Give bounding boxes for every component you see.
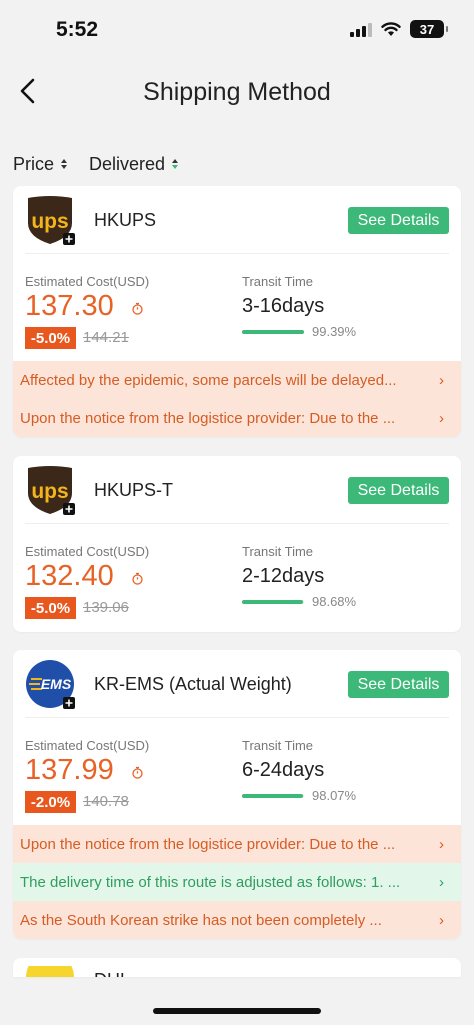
notice-text: Upon the notice from the logistice provi…	[20, 409, 396, 427]
nav-bar: Shipping Method	[0, 62, 474, 120]
notice-text: As the South Korean strike has not been …	[20, 911, 382, 929]
price-value: 137.99	[25, 754, 114, 786]
carrier-name: HKUPS-T	[94, 480, 174, 500]
shipping-card[interactable]: EMS KR-EMS (Actual Weight) See Details E…	[13, 650, 461, 939]
stopwatch-icon	[132, 766, 143, 779]
price-value: 132.40	[25, 560, 114, 592]
on-time-rate: 98.68%	[312, 594, 357, 609]
on-time-rate: 98.07%	[312, 788, 357, 803]
sort-arrows-icon	[61, 159, 68, 169]
shipping-card[interactable]: DHL	[13, 958, 461, 977]
on-time-rate-fill	[242, 794, 303, 798]
sort-delivered-button[interactable]: Delivered	[89, 148, 179, 180]
shipping-card[interactable]: ups HKUPS-T See Details Estimated Cost(U…	[13, 456, 461, 632]
original-price: 140.78	[83, 793, 129, 810]
chevron-right-icon: ›	[439, 835, 444, 853]
stopwatch-icon	[132, 572, 143, 585]
original-price: 144.21	[83, 329, 129, 346]
notice-text: The delivery time of this route is adjus…	[20, 873, 401, 891]
svg-text:ups: ups	[31, 210, 68, 233]
see-details-button[interactable]: See Details	[348, 671, 449, 698]
status-time: 5:52	[56, 18, 99, 41]
sort-arrows-icon	[172, 159, 179, 169]
transit-time-label: Transit Time	[242, 544, 314, 559]
transit-days: 3-16days	[242, 295, 325, 317]
svg-text:ups: ups	[31, 480, 68, 503]
card-body: Estimated Cost(USD) 137.99 -2.0% 140.78 …	[13, 718, 461, 825]
ups-logo-icon: ups	[28, 196, 75, 245]
transit-days: 6-24days	[242, 759, 325, 781]
estimated-cost-label: Estimated Cost(USD)	[25, 274, 150, 289]
ems-logo-icon: EMS	[26, 660, 75, 709]
card-header: ups HKUPS See Details	[25, 186, 449, 254]
chevron-right-icon: ›	[439, 873, 444, 891]
sort-delivered-label: Delivered	[89, 153, 166, 174]
estimated-cost-label: Estimated Cost(USD)	[25, 738, 150, 753]
battery-icon: 37	[410, 20, 448, 38]
transit-time-label: Transit Time	[242, 274, 314, 289]
discount-badge: -5.0%	[25, 327, 76, 349]
notice-row[interactable]: Affected by the epidemic, some parcels w…	[13, 361, 461, 399]
status-bar: 5:52 37	[0, 0, 474, 62]
carrier-name: DHL	[94, 971, 130, 977]
wifi-icon	[381, 21, 401, 36]
card-body: Estimated Cost(USD) 132.40 -5.0% 139.06 …	[13, 524, 461, 632]
price-value: 137.30	[25, 290, 114, 322]
sort-price-label: Price	[13, 153, 55, 174]
notice-row[interactable]: Upon the notice from the logistice provi…	[13, 399, 461, 437]
chevron-right-icon: ›	[439, 409, 444, 427]
notice-row[interactable]: The delivery time of this route is adjus…	[13, 863, 461, 901]
stopwatch-icon	[132, 302, 143, 315]
on-time-rate-bar	[242, 330, 304, 334]
shipping-card[interactable]: ups HKUPS See Details Estimated Cost(USD…	[13, 186, 461, 437]
transit-days: 2-12days	[242, 565, 325, 587]
home-indicator[interactable]	[153, 1008, 321, 1014]
sort-price-button[interactable]: Price	[13, 148, 68, 180]
notice-text: Affected by the epidemic, some parcels w…	[20, 371, 397, 389]
chevron-right-icon: ›	[439, 371, 444, 389]
status-icons: 37	[350, 20, 448, 38]
estimated-cost-label: Estimated Cost(USD)	[25, 544, 150, 559]
page-title: Shipping Method	[143, 78, 331, 106]
discount-badge: -5.0%	[25, 597, 76, 619]
on-time-rate-bar	[242, 600, 304, 604]
chevron-right-icon: ›	[439, 911, 444, 929]
ups-logo-icon: ups	[28, 466, 75, 515]
on-time-rate-fill	[242, 600, 304, 604]
cellular-signal-icon	[350, 22, 372, 37]
notice-text: Upon the notice from the logistice provi…	[20, 835, 396, 853]
dhl-logo-icon	[26, 966, 74, 977]
on-time-rate-fill	[242, 330, 304, 334]
notice-row[interactable]: As the South Korean strike has not been …	[13, 901, 461, 939]
battery-level: 37	[419, 21, 435, 37]
carrier-name: KR-EMS (Actual Weight)	[94, 674, 292, 694]
on-time-rate: 99.39%	[312, 324, 357, 339]
transit-time-label: Transit Time	[242, 738, 314, 753]
card-header: EMS KR-EMS (Actual Weight) See Details	[25, 650, 449, 718]
notice-row[interactable]: Upon the notice from the logistice provi…	[13, 825, 461, 863]
svg-text:EMS: EMS	[41, 676, 72, 692]
discount-badge: -2.0%	[25, 791, 76, 813]
see-details-button[interactable]: See Details	[348, 477, 449, 504]
see-details-button[interactable]: See Details	[348, 207, 449, 234]
on-time-rate-bar	[242, 794, 304, 798]
card-header: ups HKUPS-T See Details	[25, 456, 449, 524]
card-body: Estimated Cost(USD) 137.30 -5.0% 144.21 …	[13, 254, 461, 361]
sort-bar: Price Delivered	[0, 120, 474, 180]
carrier-name: HKUPS	[94, 210, 157, 230]
original-price: 139.06	[83, 599, 129, 616]
